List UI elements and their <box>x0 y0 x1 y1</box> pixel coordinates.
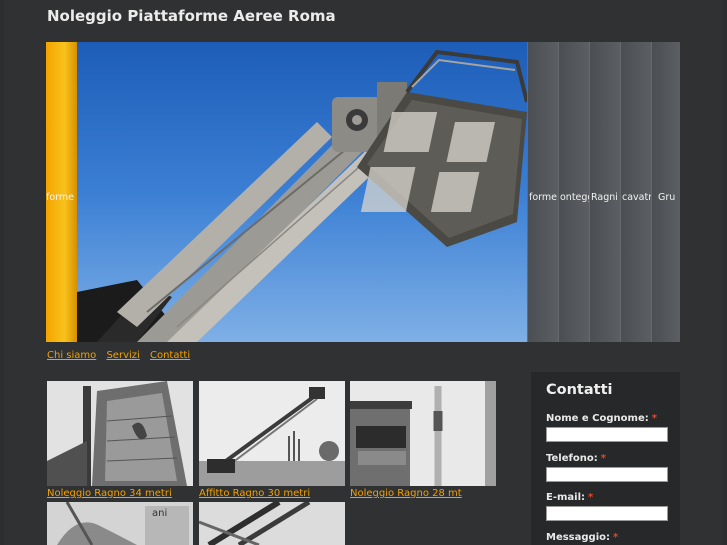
contact-panel: Contatti Nome e Cognome: * Telefono: * E-m… <box>531 372 680 545</box>
aerial-platform-illustration <box>77 49 527 342</box>
gallery-thumb-3[interactable] <box>350 381 496 486</box>
required-mark: * <box>588 492 594 503</box>
gallery-thumb-4[interactable]: ani <box>47 502 193 545</box>
thumb-image <box>350 381 496 486</box>
nav-contatti[interactable]: Contatti <box>150 350 190 361</box>
contact-title: Contatti <box>546 382 613 398</box>
slider-tab-4[interactable]: cavatri <box>620 42 651 342</box>
slider-tab-5[interactable]: Gru <box>651 42 680 342</box>
slider-tab-label: Gru <box>658 192 676 203</box>
slider-tab-1[interactable]: forme <box>527 42 558 342</box>
gallery-thumb-2[interactable] <box>199 381 345 486</box>
required-mark: * <box>600 453 606 464</box>
email-label: E-mail: * <box>546 492 593 503</box>
main-nav: Chi siamo Servizi Contatti <box>47 350 197 361</box>
slider-tab-label: cavatri <box>622 192 651 203</box>
gallery-caption-1[interactable]: Noleggio Ragno 34 metri <box>47 488 172 499</box>
thumb-image <box>199 381 345 486</box>
gallery-thumb-1[interactable] <box>47 381 193 486</box>
required-mark: * <box>651 413 657 424</box>
gallery-caption-2[interactable]: Affitto Ragno 30 metri <box>199 488 310 499</box>
slider-tab-3[interactable]: Ragni <box>589 42 620 342</box>
site-title[interactable]: Noleggio Piattaforme Aeree Roma <box>47 7 336 25</box>
thumb-image: ani <box>47 502 193 545</box>
accordion-slider: forme Mobili <box>46 42 680 342</box>
slider-tab-2[interactable]: ontegg <box>558 42 589 342</box>
name-label-text: Nome e Cognome: <box>546 413 649 424</box>
thumb-image <box>199 502 345 545</box>
thumb-sign-text: ani <box>152 508 167 519</box>
message-label: Messaggio: * <box>546 532 618 543</box>
phone-label-text: Telefono: <box>546 453 598 464</box>
email-input[interactable] <box>546 506 668 521</box>
slider-tab-active[interactable]: forme Mobili <box>46 42 77 342</box>
gallery-thumb-5[interactable] <box>199 502 345 545</box>
nav-servizi[interactable]: Servizi <box>106 350 139 361</box>
slider-tab-label: ontegg <box>560 192 589 203</box>
email-label-text: E-mail: <box>546 492 586 503</box>
nav-chi-siamo[interactable]: Chi siamo <box>47 350 96 361</box>
name-label: Nome e Cognome: * <box>546 413 657 424</box>
slider-tab-label: forme Mobili <box>46 192 77 203</box>
slider-tab-label: forme <box>529 192 557 203</box>
required-mark: * <box>613 532 619 543</box>
slider-image-aerial-platform[interactable] <box>77 42 527 342</box>
gallery-caption-3[interactable]: Noleggio Ragno 28 mt <box>350 488 462 499</box>
name-input[interactable] <box>546 427 668 442</box>
message-label-text: Messaggio: <box>546 532 610 543</box>
phone-label: Telefono: * <box>546 453 606 464</box>
thumb-image <box>47 381 193 486</box>
phone-input[interactable] <box>546 467 668 482</box>
page: Noleggio Piattaforme Aeree Roma forme Mo… <box>4 0 723 545</box>
slider-tab-label: Ragni <box>591 192 618 203</box>
